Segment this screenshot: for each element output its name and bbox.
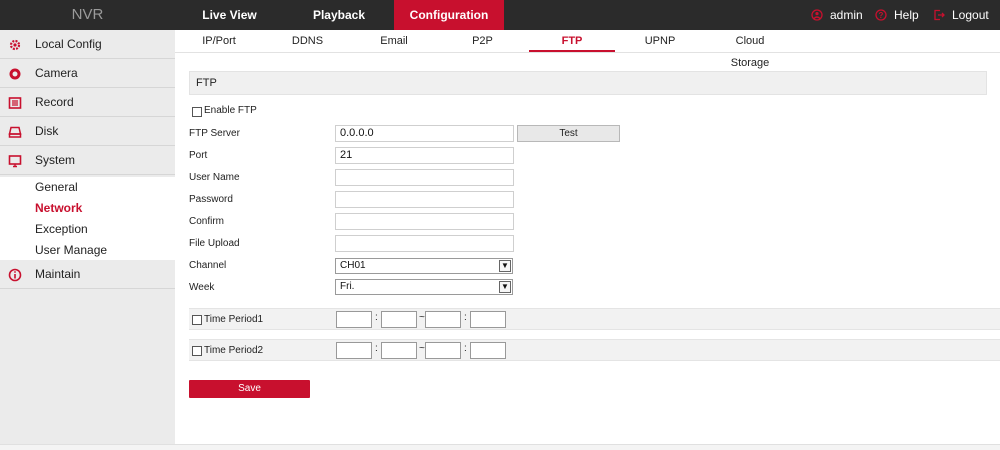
- port-input[interactable]: 21: [335, 147, 514, 164]
- top-bar: NVR Live View Playback Configuration adm…: [0, 0, 1000, 30]
- user-name-label: User Name: [189, 172, 240, 183]
- channel-label: Channel: [189, 260, 227, 271]
- confirm-label: Confirm: [189, 216, 225, 227]
- test-button[interactable]: Test: [517, 125, 620, 142]
- gear-icon: [9, 39, 21, 51]
- user-name-input[interactable]: [335, 169, 514, 186]
- period2-end-hour[interactable]: [425, 342, 461, 359]
- tab-p2p[interactable]: P2P: [465, 30, 500, 52]
- time-period2-label: Time Period2: [204, 345, 264, 356]
- week-label: Week: [189, 282, 215, 293]
- time-separator: :: [375, 312, 378, 323]
- save-button[interactable]: Save: [189, 380, 310, 398]
- sidebar-item-disk[interactable]: Disk: [0, 117, 175, 146]
- confirm-input[interactable]: [335, 213, 514, 230]
- time-period2-checkbox[interactable]: [192, 346, 202, 356]
- sidebar-sub-user-manage[interactable]: User Manage: [35, 240, 107, 260]
- nav-live-view[interactable]: Live View: [193, 0, 266, 30]
- tab-ftp[interactable]: FTP: [529, 30, 615, 52]
- user-icon: [811, 9, 823, 21]
- sidebar-item-system[interactable]: System: [0, 146, 175, 175]
- time-period1-label: Time Period1: [204, 314, 264, 325]
- sidebar-item-record[interactable]: Record: [0, 88, 175, 117]
- channel-value: CH01: [340, 260, 366, 271]
- sidebar: Local Config Camera Record Disk System G…: [0, 30, 175, 444]
- logout-icon: [934, 9, 945, 21]
- file-upload-input[interactable]: [335, 235, 514, 252]
- week-select[interactable]: Fri. ▼: [335, 279, 513, 295]
- user-name: admin: [830, 8, 863, 22]
- logout-label: Logout: [952, 8, 989, 22]
- sidebar-item-label: Disk: [35, 124, 59, 138]
- chevron-down-icon: ▼: [499, 260, 511, 272]
- period2-start-hour[interactable]: [336, 342, 372, 359]
- ftp-server-label: FTP Server: [189, 128, 240, 139]
- period1-end-minute[interactable]: [470, 311, 506, 328]
- time-period2-row: Time Period2 : ~ :: [189, 339, 1000, 361]
- tab-email[interactable]: Email: [373, 30, 415, 52]
- time-range-separator: ~: [419, 312, 425, 323]
- password-label: Password: [189, 194, 233, 205]
- time-separator: :: [464, 312, 467, 323]
- sidebar-sub-network[interactable]: Network: [35, 198, 82, 218]
- week-value: Fri.: [340, 281, 355, 292]
- disk-icon: [8, 126, 22, 138]
- tab-cloud-storage[interactable]: Cloud Storage: [715, 30, 785, 69]
- section-title: FTP: [189, 71, 987, 95]
- period1-end-hour[interactable]: [425, 311, 461, 328]
- time-range-separator: ~: [419, 343, 425, 354]
- info-icon: [8, 268, 22, 282]
- time-period1-checkbox[interactable]: [192, 315, 202, 325]
- sidebar-item-label: Record: [35, 95, 74, 109]
- sidebar-item-label: Local Config: [35, 37, 102, 51]
- help-label: Help: [894, 8, 919, 22]
- record-icon: [8, 97, 22, 109]
- sidebar-sub-exception[interactable]: Exception: [35, 219, 88, 239]
- time-separator: :: [464, 343, 467, 354]
- nav-playback[interactable]: Playback: [300, 0, 378, 30]
- sidebar-item-label: Maintain: [35, 267, 81, 281]
- time-separator: :: [375, 343, 378, 354]
- sidebar-item-maintain[interactable]: Maintain: [0, 260, 175, 289]
- password-input[interactable]: [335, 191, 514, 208]
- tab-upnp[interactable]: UPNP: [640, 30, 680, 52]
- network-tabs: IP/Port DDNS Email P2P FTP UPNP Cloud St…: [175, 30, 1000, 69]
- nav-configuration[interactable]: Configuration: [394, 0, 504, 30]
- bottom-border: [0, 444, 1000, 450]
- chevron-down-icon: ▼: [499, 281, 511, 293]
- sidebar-sub-general[interactable]: General: [35, 177, 78, 197]
- enable-ftp-label: Enable FTP: [204, 105, 257, 116]
- file-upload-label: File Upload: [189, 238, 240, 249]
- enable-ftp-checkbox[interactable]: [192, 107, 202, 117]
- sidebar-item-local-config[interactable]: Local Config: [0, 30, 175, 59]
- port-label: Port: [189, 150, 208, 161]
- help-icon: ?: [875, 9, 887, 21]
- svg-text:?: ?: [879, 11, 884, 20]
- tab-ddns[interactable]: DDNS: [285, 30, 330, 52]
- period2-end-minute[interactable]: [470, 342, 506, 359]
- system-submenu: General Network Exception User Manage: [0, 177, 175, 260]
- logo: NVR: [71, 6, 104, 23]
- tab-ip-port[interactable]: IP/Port: [195, 30, 243, 52]
- channel-select[interactable]: CH01 ▼: [335, 258, 513, 274]
- help-link[interactable]: ? Help: [875, 0, 920, 30]
- period1-start-hour[interactable]: [336, 311, 372, 328]
- period2-start-minute[interactable]: [381, 342, 417, 359]
- time-period1-row: Time Period1 : ~ :: [189, 308, 1000, 330]
- period1-start-minute[interactable]: [381, 311, 417, 328]
- user-menu[interactable]: admin: [811, 0, 863, 30]
- camera-icon: [9, 68, 21, 80]
- sidebar-item-label: System: [35, 153, 76, 167]
- sidebar-item-camera[interactable]: Camera: [0, 59, 175, 88]
- ftp-server-input[interactable]: 0.0.0.0: [335, 125, 514, 142]
- monitor-icon: [8, 155, 22, 168]
- sidebar-item-label: Camera: [35, 66, 78, 80]
- logout-link[interactable]: Logout: [933, 0, 989, 30]
